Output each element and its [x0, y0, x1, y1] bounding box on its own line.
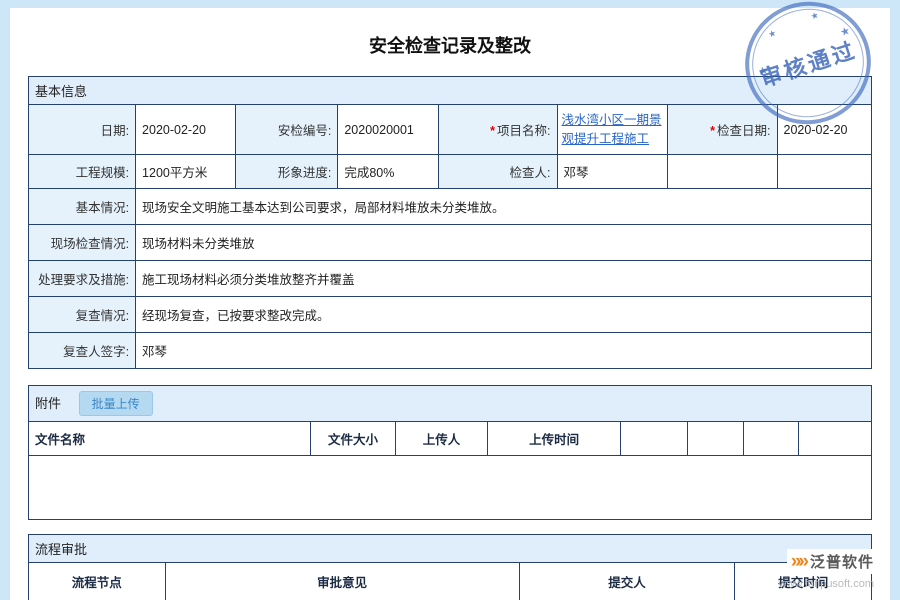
basic-situation-value: 现场安全文明施工基本达到公司要求，局部材料堆放未分类堆放。 — [136, 189, 872, 225]
scale-value: 1200平方米 — [136, 155, 236, 189]
column-header-file-size: 文件大小 — [311, 422, 395, 456]
inspector-value: 邓琴 — [557, 155, 667, 189]
required-asterisk: * — [490, 124, 495, 138]
date-value: 2020-02-20 — [136, 105, 236, 155]
date-label: 日期: — [29, 105, 136, 155]
column-header-approval-opinion: 审批意见 — [165, 563, 519, 600]
required-asterisk: * — [710, 124, 715, 138]
check-date-value: 2020-02-20 — [777, 105, 871, 155]
page-title: 安全检查记录及整改 — [28, 8, 872, 76]
recheck-signer-label: 复查人签字: — [29, 333, 136, 369]
attachments-empty-area — [29, 456, 872, 520]
table-row: 现场检查情况: 现场材料未分类堆放 — [29, 225, 872, 261]
site-check-value: 现场材料未分类堆放 — [136, 225, 872, 261]
check-date-label-cell: *检查日期: — [667, 105, 777, 155]
batch-upload-button[interactable]: 批量上传 — [79, 391, 153, 416]
brand-name: 泛普软件 — [810, 551, 874, 572]
fanpu-logo-icon — [791, 552, 806, 571]
basic-situation-label: 基本情况: — [29, 189, 136, 225]
table-header-row: 文件名称 文件大小 上传人 上传时间 — [29, 422, 872, 456]
table-row: 复查情况: 经现场复查，已按要求整改完成。 — [29, 297, 872, 333]
recheck-value: 经现场复查，已按要求整改完成。 — [136, 297, 872, 333]
empty-cell — [777, 155, 871, 189]
project-name-cell: 浅水湾小区一期景观提升工程施工 — [557, 105, 667, 155]
table-row: 工程规模: 1200平方米 形象进度: 完成80% 检查人: 邓琴 — [29, 155, 872, 189]
content-panel: 安全检查记录及整改 基本信息 日期: 2020-02-20 安检编号: 2020… — [10, 8, 890, 600]
column-header-flow-node: 流程节点 — [29, 563, 166, 600]
site-check-label: 现场检查情况: — [29, 225, 136, 261]
project-name-label: 项目名称: — [497, 124, 550, 138]
project-name-label-cell: *项目名称: — [438, 105, 557, 155]
table-row: 基本情况: 现场安全文明施工基本达到公司要求，局部材料堆放未分类堆放。 — [29, 189, 872, 225]
attachments-title: 附件 — [35, 396, 61, 411]
table-row: 日期: 2020-02-20 安检编号: 2020020001 *项目名称: 浅… — [29, 105, 872, 155]
empty-header-cell — [688, 422, 744, 456]
inspection-no-value: 2020020001 — [338, 105, 438, 155]
watermark-text: www.fanpusoft.com — [779, 578, 874, 590]
measures-value: 施工现场材料必须分类堆放整齐并覆盖 — [136, 261, 872, 297]
column-header-upload-time: 上传时间 — [488, 422, 620, 456]
approval-table: 流程审批 流程节点 审批意见 提交人 提交时间 — [28, 534, 872, 600]
empty-header-cell — [799, 422, 872, 456]
attachments-table: 附件 批量上传 文件名称 文件大小 上传人 上传时间 — [28, 385, 872, 520]
table-header-row: 流程节点 审批意见 提交人 提交时间 — [29, 563, 872, 600]
basic-info-section-header: 基本信息 — [29, 77, 872, 105]
measures-label: 处理要求及措施: — [29, 261, 136, 297]
column-header-uploader: 上传人 — [395, 422, 488, 456]
basic-info-table: 基本信息 日期: 2020-02-20 安检编号: 2020020001 *项目… — [28, 76, 872, 369]
inspection-no-label: 安检编号: — [236, 105, 338, 155]
column-header-file-name: 文件名称 — [29, 422, 311, 456]
approval-section-header: 流程审批 — [29, 535, 872, 563]
project-name-link[interactable]: 浅水湾小区一期景观提升工程施工 — [562, 113, 662, 145]
inspector-label: 检查人: — [438, 155, 557, 189]
empty-header-cell — [743, 422, 799, 456]
check-date-label: 检查日期: — [717, 124, 770, 138]
brand-logo: 泛普软件 — [787, 549, 878, 574]
empty-cell — [667, 155, 777, 189]
scale-label: 工程规模: — [29, 155, 136, 189]
table-row: 处理要求及措施: 施工现场材料必须分类堆放整齐并覆盖 — [29, 261, 872, 297]
recheck-label: 复查情况: — [29, 297, 136, 333]
empty-header-cell — [620, 422, 687, 456]
empty-attachments-body — [29, 456, 872, 520]
table-row: 复查人签字: 邓琴 — [29, 333, 872, 369]
column-header-submitter: 提交人 — [519, 563, 735, 600]
progress-label: 形象进度: — [236, 155, 338, 189]
progress-value: 完成80% — [338, 155, 438, 189]
recheck-signer-value: 邓琴 — [136, 333, 872, 369]
attachments-section-header: 附件 批量上传 — [29, 386, 872, 422]
